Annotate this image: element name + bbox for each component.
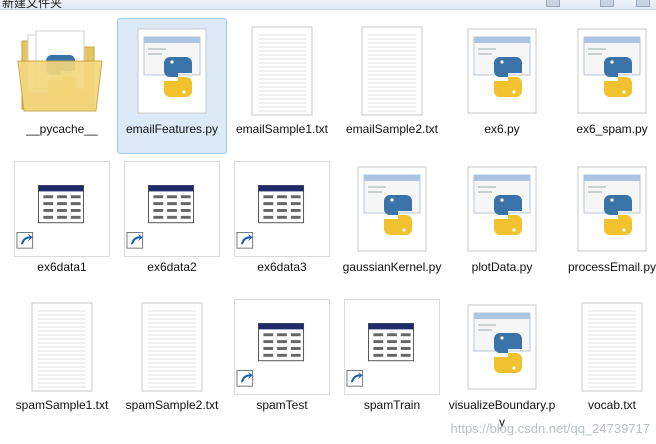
- text-file-icon: [122, 297, 222, 397]
- file-item[interactable]: ex6data2: [117, 156, 227, 292]
- file-name: ex6data3: [257, 260, 307, 274]
- file-item[interactable]: emailSample2.txt: [337, 18, 447, 154]
- file-name: spamTrain: [363, 398, 421, 412]
- file-name: vocab.txt: [587, 398, 637, 412]
- file-name: __pycache__: [26, 122, 98, 136]
- window-title-bar: 新建文件夹: [0, 0, 656, 10]
- file-item[interactable]: spamSample2.txt: [117, 294, 227, 430]
- python-file-icon: [452, 21, 552, 121]
- file-item[interactable]: ex6_spam.py: [557, 18, 656, 154]
- file-name: emailSample1.txt: [235, 122, 329, 136]
- file-name: emailSample2.txt: [345, 122, 439, 136]
- watermark: https://blog.csdn.net/qq_24739717: [450, 421, 651, 436]
- text-file-icon: [12, 297, 112, 397]
- shortcut-icon: [122, 159, 222, 259]
- text-file-icon: [232, 21, 332, 121]
- file-item[interactable]: ex6data3: [227, 156, 337, 292]
- shortcut-icon: [12, 159, 112, 259]
- file-name: spamSample2.txt: [125, 398, 219, 412]
- file-name: spamSample1.txt: [15, 398, 109, 412]
- file-item[interactable]: visualizeBoundary.py: [447, 294, 557, 430]
- shortcut-icon: [232, 159, 332, 259]
- help-button[interactable]: [636, 0, 650, 7]
- file-item[interactable]: ex6.py: [447, 18, 557, 154]
- file-item[interactable]: processEmail.py: [557, 156, 656, 292]
- view-options-button[interactable]: [546, 0, 560, 7]
- folder-icon: [12, 21, 112, 121]
- file-name: plotData.py: [471, 260, 533, 274]
- file-item[interactable]: __pycache__: [7, 18, 117, 154]
- preview-pane-button[interactable]: [600, 0, 614, 7]
- python-file-icon: [562, 21, 656, 121]
- file-item[interactable]: spamTest: [227, 294, 337, 430]
- shortcut-icon: [232, 297, 332, 397]
- window-title: 新建文件夹: [2, 0, 63, 10]
- file-item[interactable]: vocab.txt: [557, 294, 656, 430]
- file-name: processEmail.py: [567, 260, 656, 274]
- file-item[interactable]: spamSample1.txt: [7, 294, 117, 430]
- python-file-icon: [452, 159, 552, 259]
- python-file-icon: [562, 159, 656, 259]
- file-item[interactable]: spamTrain: [337, 294, 447, 430]
- file-item[interactable]: ex6data1: [7, 156, 117, 292]
- file-item[interactable]: plotData.py: [447, 156, 557, 292]
- file-name: gaussianKernel.py: [342, 260, 442, 274]
- file-name: spamTest: [256, 398, 308, 412]
- python-file-icon: [122, 21, 222, 121]
- file-name: ex6data1: [37, 260, 87, 274]
- text-file-icon: [342, 21, 442, 121]
- file-name: emailFeatures.py: [125, 122, 219, 136]
- file-item[interactable]: emailFeatures.py: [117, 18, 227, 154]
- shortcut-icon: [342, 297, 442, 397]
- file-name: ex6_spam.py: [576, 122, 648, 136]
- file-name: ex6.py: [484, 122, 520, 136]
- file-item[interactable]: gaussianKernel.py: [337, 156, 447, 292]
- text-file-icon: [562, 297, 656, 397]
- python-file-icon: [342, 159, 442, 259]
- file-item[interactable]: emailSample1.txt: [227, 18, 337, 154]
- python-file-icon: [452, 297, 552, 397]
- file-name: ex6data2: [147, 260, 197, 274]
